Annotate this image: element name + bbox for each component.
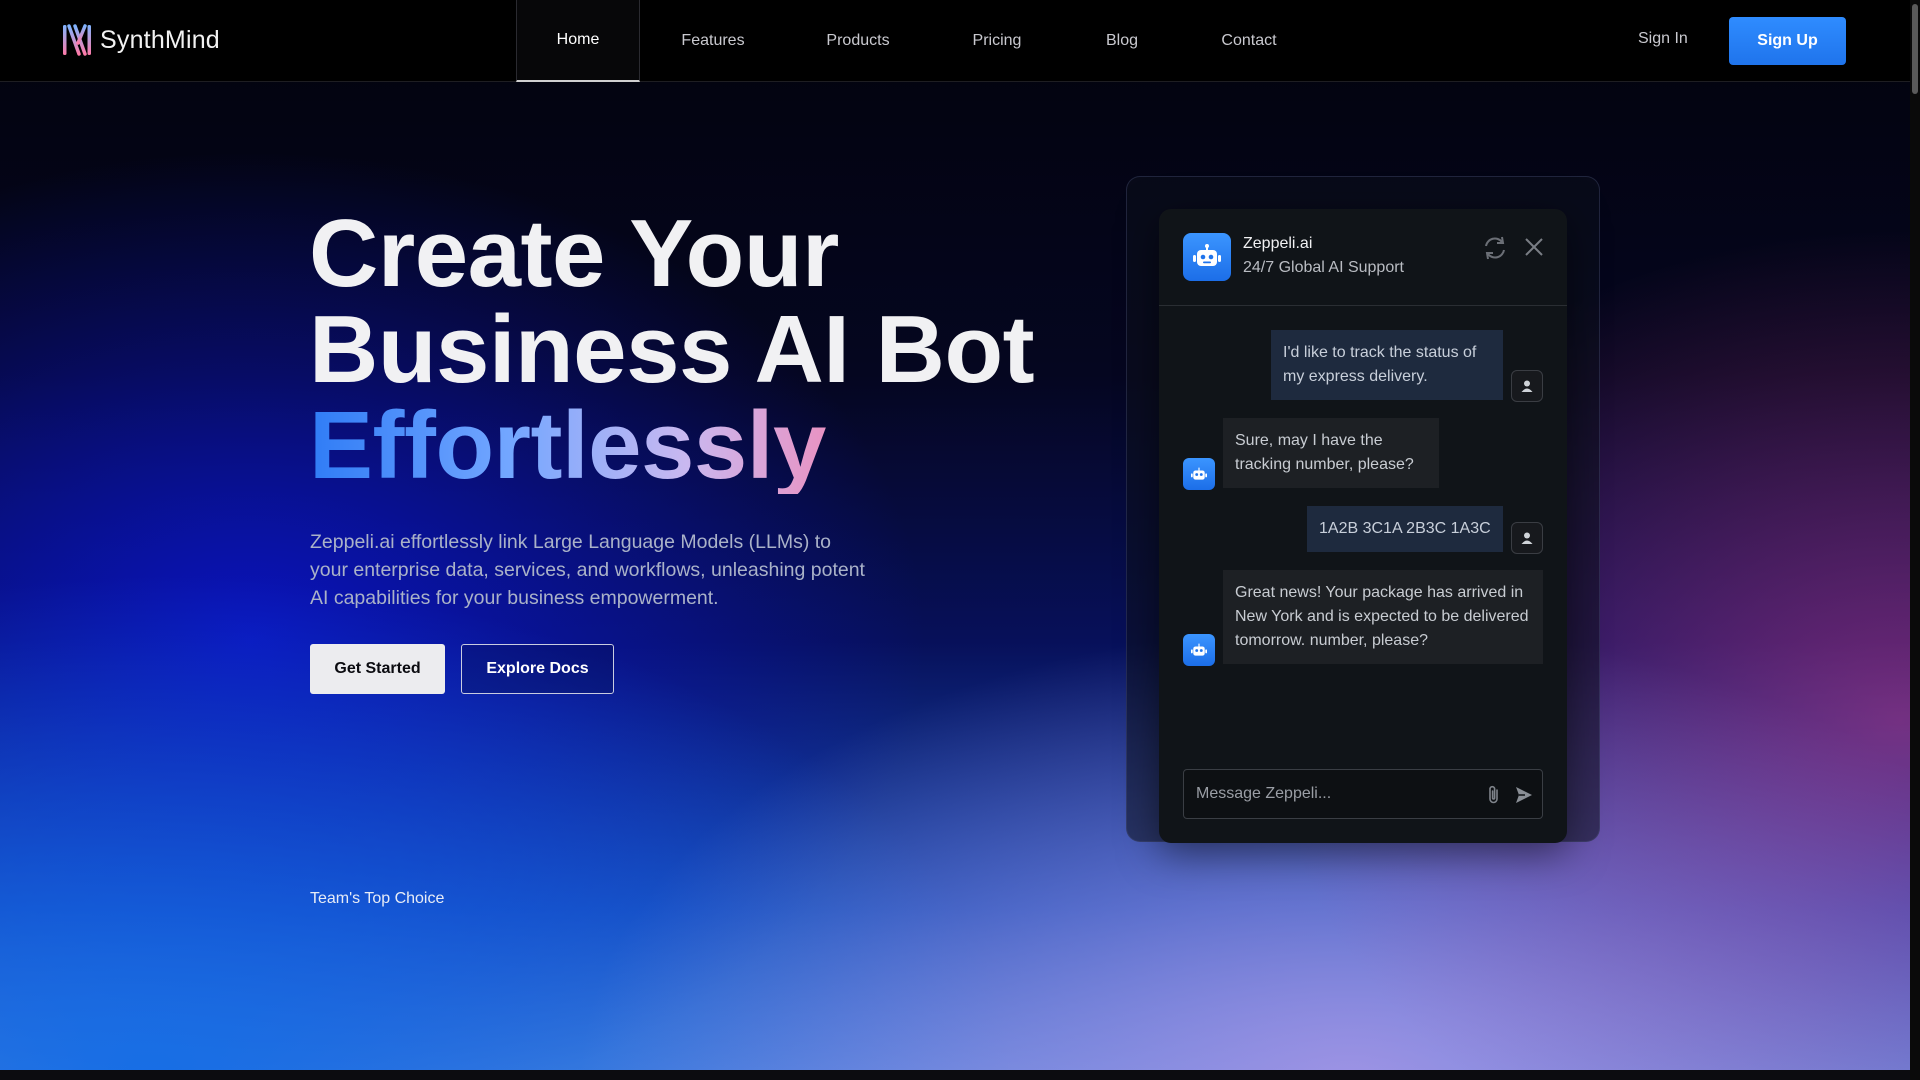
- nav-links: Home Features Products Pricing Blog Cont…: [516, 0, 1318, 82]
- page-scrollbar[interactable]: [1910, 0, 1920, 1080]
- team-top-choice-label: Team's Top Choice: [310, 890, 445, 907]
- user-avatar: [1511, 522, 1543, 554]
- bot-avatar: [1183, 233, 1231, 281]
- hero-description: Zeppeli.ai effortlessly link Large Langu…: [310, 531, 865, 609]
- chat-message-bot: Sure, may I have the tracking number, pl…: [1223, 418, 1439, 488]
- hero-title: Create Your Business AI Bot Effortlessly: [309, 200, 1035, 494]
- nav-item-home[interactable]: Home: [516, 0, 640, 82]
- paperclip-icon[interactable]: [1484, 784, 1504, 806]
- explore-docs-button[interactable]: Explore Docs: [461, 644, 614, 694]
- scrollbar-thumb[interactable]: [1912, 4, 1918, 94]
- nav-item-contact[interactable]: Contact: [1180, 0, 1318, 82]
- sign-up-button[interactable]: Sign Up: [1729, 17, 1846, 65]
- nav-item-products[interactable]: Products: [786, 0, 930, 82]
- chat-header: Zeppeli.ai 24/7 Global AI Support: [1159, 209, 1567, 306]
- user-avatar: [1511, 370, 1543, 402]
- logo-text: SynthMind: [100, 25, 220, 54]
- sign-in-link[interactable]: Sign In: [1638, 30, 1688, 48]
- chat-message-input[interactable]: [1184, 770, 1474, 818]
- chat-widget: Zeppeli.ai 24/7 Global AI Support I'd li…: [1159, 209, 1567, 843]
- user-icon: [1521, 380, 1533, 392]
- chat-message-user: I'd like to track the status of my expre…: [1271, 330, 1503, 400]
- send-icon[interactable]: [1514, 785, 1534, 805]
- user-icon: [1521, 532, 1533, 544]
- get-started-button[interactable]: Get Started: [310, 644, 445, 694]
- chat-input-box: [1183, 769, 1543, 819]
- chat-bot-subtitle: 24/7 Global AI Support: [1243, 259, 1404, 276]
- robot-icon: [1191, 467, 1207, 480]
- synthmind-logo-icon: [63, 24, 91, 56]
- hero-title-gradient-word: Effortlessly: [309, 398, 1034, 494]
- close-icon[interactable]: [1523, 236, 1545, 258]
- hero-title-line-2: Business AI Bot: [309, 296, 1035, 403]
- nav-item-blog[interactable]: Blog: [1064, 0, 1180, 82]
- chat-bot-name: Zeppeli.ai: [1243, 235, 1313, 252]
- refresh-icon[interactable]: [1481, 234, 1509, 262]
- bottom-edge: [0, 1070, 1920, 1080]
- chat-message-user: 1A2B 3C1A 2B3C 1A3C: [1307, 506, 1503, 552]
- bot-avatar-small: [1183, 458, 1215, 490]
- robot-icon: [1191, 643, 1207, 656]
- page-background: SynthMind Home Features Products Pricing…: [0, 0, 1910, 1070]
- top-navbar: SynthMind Home Features Products Pricing…: [0, 0, 1910, 82]
- chat-message-bot: Great news! Your package has arrived in …: [1223, 570, 1543, 664]
- robot-icon: [1193, 244, 1221, 266]
- logo[interactable]: SynthMind: [62, 22, 220, 58]
- nav-item-pricing[interactable]: Pricing: [930, 0, 1064, 82]
- hero-title-line-1: Create Your: [309, 200, 839, 307]
- bot-avatar-small: [1183, 634, 1215, 666]
- nav-item-features[interactable]: Features: [640, 0, 786, 82]
